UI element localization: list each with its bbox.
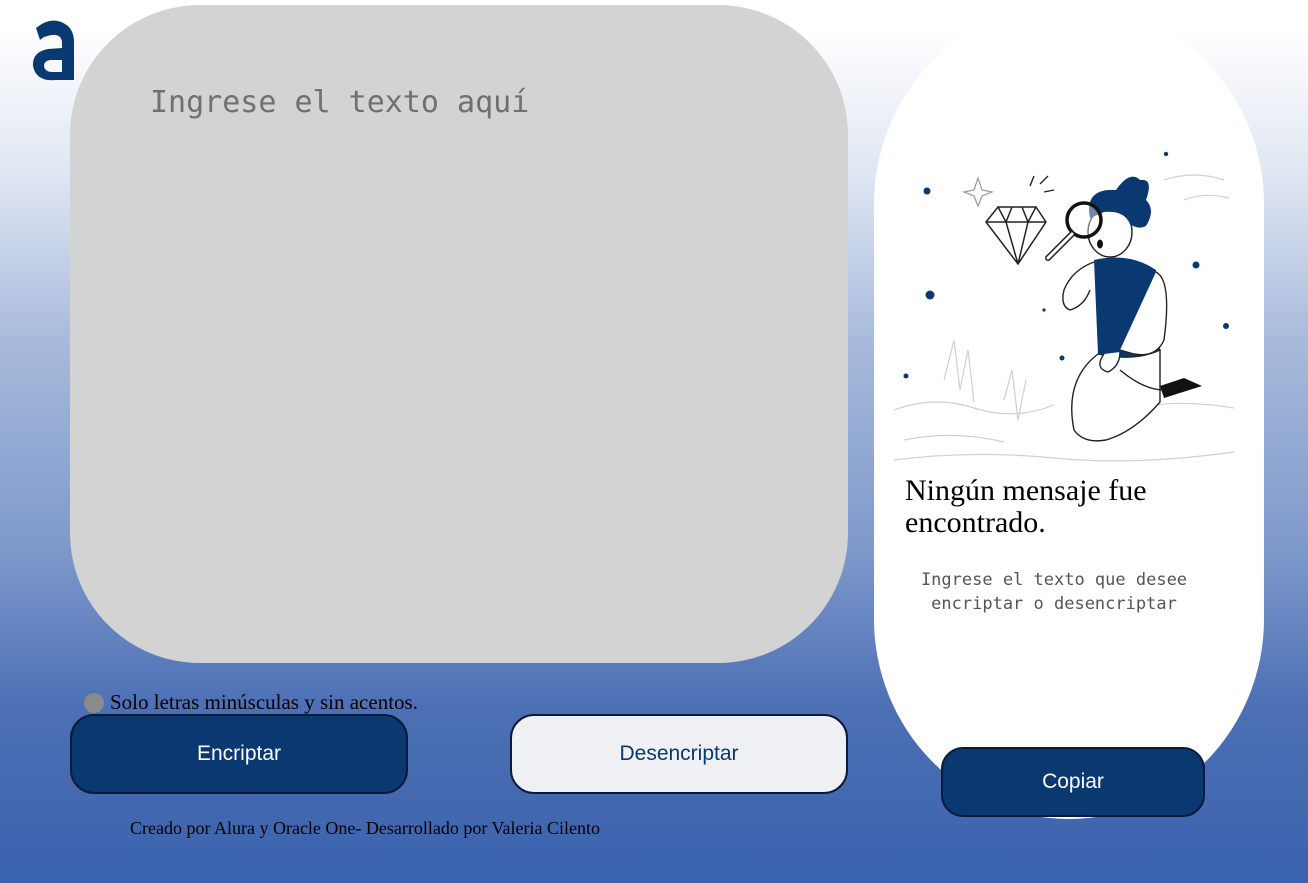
footer-credits: Creado por Alura y Oracle One- Desarroll… xyxy=(130,818,601,838)
decrypt-button[interactable]: Desencriptar xyxy=(510,714,848,794)
encrypt-button[interactable]: Encriptar xyxy=(70,714,408,794)
alura-logo-icon[interactable] xyxy=(28,16,78,84)
empty-message-title: Ningún mensaje fue encontrado. xyxy=(905,474,1147,539)
info-icon xyxy=(84,692,104,713)
hint-text: Solo letras minúsculas y sin acentos. xyxy=(110,690,418,714)
text-input[interactable] xyxy=(70,5,848,663)
person-with-magnifier-illustration xyxy=(894,151,1235,462)
input-hint: Solo letras minúsculas y sin acentos. xyxy=(84,690,418,715)
copy-button[interactable]: Copiar xyxy=(941,747,1205,817)
empty-message-subtitle: Ingrese el texto que desee encriptar o d… xyxy=(920,570,1188,614)
